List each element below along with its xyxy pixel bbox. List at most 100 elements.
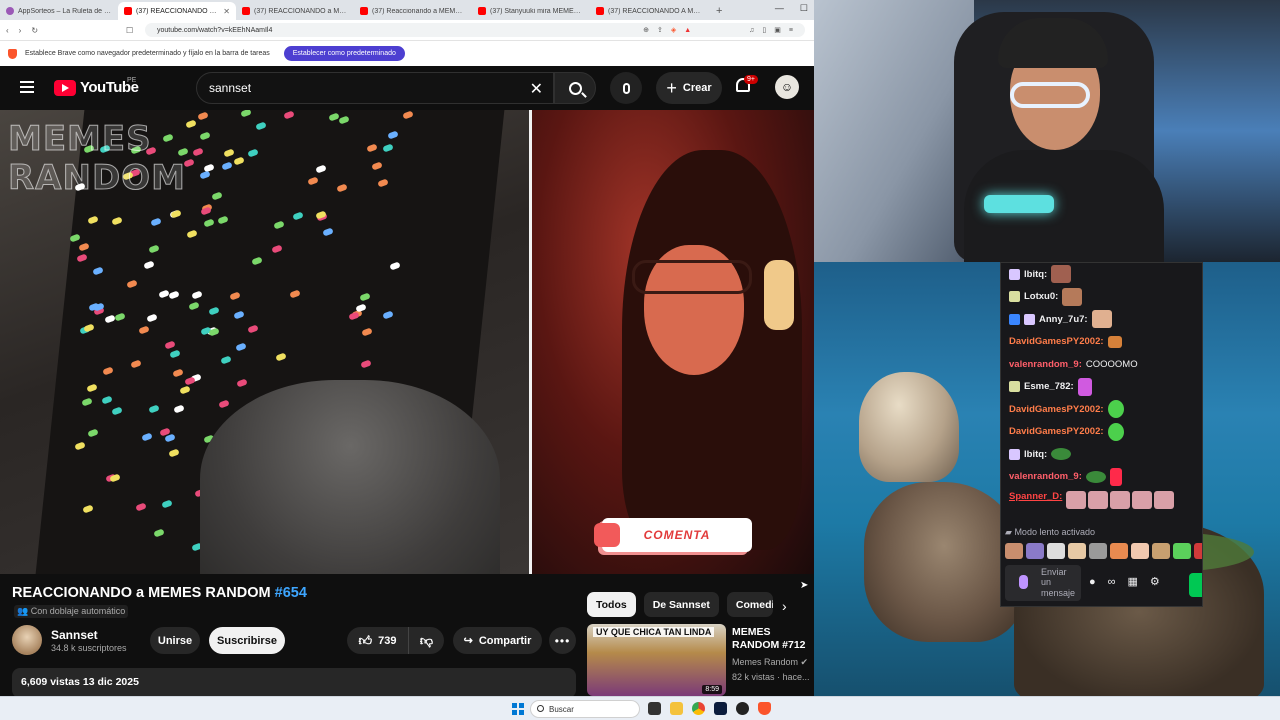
voice-input-icon[interactable]: [1019, 575, 1028, 589]
tab-video-2[interactable]: (37) REACCIONANDO a MEMES RA: [236, 2, 354, 20]
share-button[interactable]: ↪ Compartir: [453, 627, 542, 654]
chrome-icon[interactable]: [692, 702, 705, 715]
minimize-icon[interactable]: —: [775, 3, 784, 14]
chat-username[interactable]: valenrandom_9:: [1009, 471, 1082, 482]
chat-message: DavidGamesPY2002:: [1001, 398, 1202, 421]
close-icon[interactable]: ✕: [223, 7, 230, 16]
clear-search-icon[interactable]: ✕: [530, 79, 543, 99]
set-default-button[interactable]: Establecer como predeterminado: [283, 46, 405, 61]
subscribe-button[interactable]: Suscribirse: [209, 627, 285, 654]
recommended-title[interactable]: MEMES RANDOM #712: [732, 626, 812, 652]
chat-username[interactable]: lbitq:: [1024, 449, 1047, 460]
obs-icon[interactable]: [736, 702, 749, 715]
recommended-video[interactable]: UY QUE CHICA TAN LINDA 8:59 MEMES RANDOM…: [587, 624, 814, 696]
brave-icon[interactable]: [758, 702, 771, 715]
tab-video-4[interactable]: (37) Stanyuuki mira MEMES RANDO: [472, 2, 590, 20]
bookmark-icon[interactable]: ☐: [126, 26, 133, 35]
watermark-line-2: RANDOM: [8, 158, 186, 199]
emote-option-icon[interactable]: [1047, 543, 1065, 559]
recommended-thumbnail[interactable]: UY QUE CHICA TAN LINDA 8:59: [587, 624, 726, 696]
video-player[interactable]: MEMES RANDOM COMENTA: [0, 110, 814, 574]
chat-username[interactable]: Esme_782:: [1024, 381, 1074, 392]
tab-video-3[interactable]: (37) Reaccionando a MEMES RANDO: [354, 2, 472, 20]
thumbs-down-icon: 👎︎: [419, 632, 434, 648]
emote-option-icon[interactable]: [1194, 543, 1202, 559]
photoshop-icon[interactable]: [714, 702, 727, 715]
description-box[interactable]: 6,609 vistas 13 dic 2025: [12, 668, 576, 696]
emote-option-icon[interactable]: [1068, 543, 1086, 559]
chat-username[interactable]: Lotxu0:: [1024, 291, 1058, 302]
chat-username[interactable]: DavidGamesPY2002:: [1009, 426, 1104, 437]
chat-message: DavidGamesPY2002:: [1001, 331, 1202, 354]
task-view-icon[interactable]: [648, 702, 661, 715]
menu-icon[interactable]: ≡: [789, 27, 793, 34]
back-icon[interactable]: ‹: [6, 26, 9, 35]
emote-icon: [1085, 470, 1106, 483]
wallet-icon[interactable]: ▣: [774, 26, 781, 34]
file-explorer-icon[interactable]: [670, 702, 683, 715]
search-button[interactable]: [554, 72, 596, 104]
settings-icon[interactable]: ⚙: [1150, 575, 1160, 588]
maximize-icon[interactable]: ☐: [800, 3, 808, 14]
emote-icon: [1107, 422, 1124, 441]
channel-name[interactable]: Sannset: [51, 628, 98, 642]
join-button[interactable]: Unirse: [150, 627, 200, 654]
forward-icon[interactable]: ›: [19, 26, 22, 35]
dislike-button[interactable]: 👎︎: [409, 627, 444, 654]
reload-icon[interactable]: ↻: [31, 26, 38, 35]
tab-video-5[interactable]: (37) REACCIONANDO A MEMES RA: [590, 2, 708, 20]
emote-option-icon[interactable]: [1089, 543, 1107, 559]
chip-all[interactable]: Todos: [587, 592, 636, 617]
brave-rewards-icon[interactable]: ▲: [684, 27, 691, 34]
tab-video-active[interactable]: (37) REACCIONANDO a MEMES ✕: [118, 2, 236, 20]
chat-username[interactable]: lbitq:: [1024, 269, 1047, 280]
extensions-icon[interactable]: ♫: [749, 27, 754, 34]
video-hashtag[interactable]: #654: [275, 585, 307, 601]
tab-appsorteos[interactable]: AppSorteos – La Ruleta de la Suerte: [0, 2, 118, 20]
account-avatar[interactable]: ☺: [775, 75, 799, 99]
like-button[interactable]: 👍︎ 739: [347, 627, 409, 654]
emote-option-icon[interactable]: [1026, 543, 1044, 559]
chat-message: Anny_7u7:: [1001, 308, 1202, 331]
chat-username[interactable]: DavidGamesPY2002:: [1009, 336, 1104, 347]
chat-username[interactable]: valenrandom_9:: [1009, 359, 1082, 370]
chat-placeholder: Enviar un mensaje: [1041, 567, 1076, 598]
chat-username[interactable]: Anny_7u7:: [1039, 314, 1088, 325]
chip-from-channel[interactable]: De Sannset: [643, 592, 719, 617]
video-watermark: MEMES RANDOM: [8, 119, 186, 199]
infinity-icon[interactable]: ∞: [1108, 576, 1116, 588]
emote-option-icon[interactable]: [1152, 543, 1170, 559]
channel-points-icon[interactable]: ●: [1089, 576, 1096, 588]
zoom-icon[interactable]: ⊕: [643, 26, 649, 34]
chat-send-button[interactable]: [1189, 573, 1202, 597]
url-field[interactable]: youtube.com/watch?v=kEEhNAamIl4 ⊕ ⇪ ◈ ▲ …: [145, 23, 805, 37]
comment-bubble-icon: [594, 523, 620, 547]
search-input[interactable]: sannset ✕: [196, 72, 554, 104]
brave-shield-icon[interactable]: ◈: [671, 26, 676, 34]
youtube-logo[interactable]: YouTube PE: [54, 77, 139, 96]
emote-option-icon[interactable]: [1005, 543, 1023, 559]
windows-start-icon[interactable]: [512, 703, 524, 715]
chat-username[interactable]: DavidGamesPY2002:: [1009, 404, 1104, 415]
voice-search-button[interactable]: [610, 72, 642, 104]
taskbar-search-input[interactable]: Buscar: [530, 700, 640, 718]
create-button[interactable]: + Crear: [656, 72, 722, 104]
thumbnail-caption: UY QUE CHICA TAN LINDA: [593, 627, 715, 637]
more-actions-button[interactable]: •••: [549, 627, 576, 654]
chat-message-input[interactable]: Enviar un mensaje: [1005, 565, 1081, 601]
sidebar-icon[interactable]: ▯: [762, 26, 766, 34]
store-icon[interactable]: ▦: [1128, 575, 1138, 588]
new-tab-button[interactable]: +: [708, 2, 730, 20]
screen: AppSorteos – La Ruleta de la Suerte (37)…: [0, 0, 1280, 720]
emote-option-icon[interactable]: [1173, 543, 1191, 559]
chat-username[interactable]: Spanner_D:: [1009, 491, 1062, 502]
youtube-favicon-icon: [478, 7, 486, 15]
channel-avatar[interactable]: [12, 625, 42, 655]
chevron-right-icon[interactable]: ›: [782, 598, 787, 614]
emote-option-icon[interactable]: [1131, 543, 1149, 559]
share-page-icon[interactable]: ⇪: [657, 26, 663, 34]
emote-icon: [1132, 491, 1153, 509]
chip-comedy[interactable]: Comedia: [726, 592, 773, 617]
emote-option-icon[interactable]: [1110, 543, 1128, 559]
menu-icon[interactable]: [20, 81, 34, 93]
